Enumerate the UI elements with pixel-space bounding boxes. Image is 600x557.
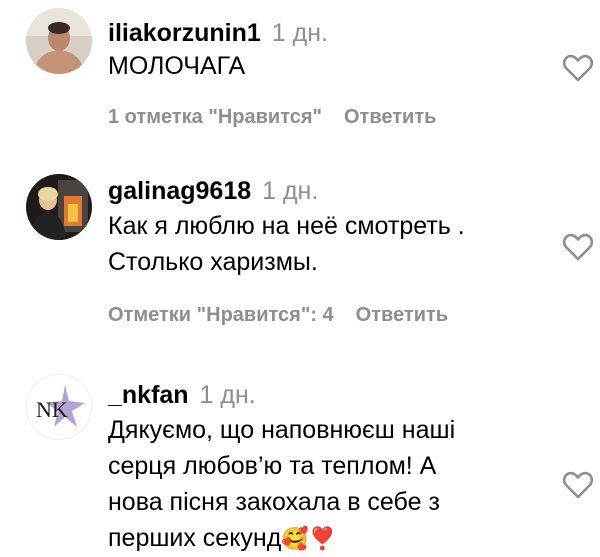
comment-line: перших секунд (108, 524, 282, 552)
comment-actions: Отметки "Нравится": 4 Ответить (108, 302, 448, 328)
heart-outline-icon[interactable] (562, 470, 594, 500)
comment-text: МОЛОЧАГА (108, 48, 245, 84)
timestamp: 1 дн. (271, 19, 328, 47)
comment-line: МОЛОЧАГА (108, 52, 246, 80)
comment-text: Дякуємо, що наповнюєш наші серця любов’ю… (108, 412, 455, 557)
comment-line: Дякуємо, що наповнюєш наші (108, 416, 456, 444)
comment-actions: 1 отметка "Нравится" Ответить (108, 104, 436, 130)
comment-line: Как я люблю на неё смотреть . (108, 212, 465, 240)
username[interactable]: iliakorzunin1 (108, 19, 261, 47)
comment-header: galinag9618 1 дн. (108, 176, 318, 206)
comment-line-last: перших секунд🥰❣️ (108, 520, 455, 557)
heart-outline-icon[interactable] (562, 53, 594, 83)
comment-text: Как я люблю на неё смотреть . Столько ха… (108, 208, 465, 280)
reply-button[interactable]: Ответить (344, 106, 436, 128)
likes-count[interactable]: 1 отметка "Нравится" (108, 106, 322, 128)
likes-count[interactable]: Отметки "Нравится": 4 (108, 304, 334, 326)
comment-line: серця любов’ю та теплом! А (108, 452, 437, 480)
svg-text:NK: NK (36, 397, 68, 422)
comment-header: iliakorzunin1 1 дн. (108, 18, 328, 48)
comment-line: Столько харизмы. (108, 248, 318, 276)
username[interactable]: _nkfan (108, 381, 189, 409)
avatar-galinag9618[interactable] (26, 174, 92, 240)
emoji-smiling-hearts-and-heart-exclamation: 🥰❣️ (281, 526, 337, 551)
comment-line: нова пісня закохала в себе з (108, 488, 440, 516)
reply-button[interactable]: Ответить (356, 304, 448, 326)
avatar-iliakorzunin1[interactable] (26, 8, 92, 74)
timestamp: 1 дн. (262, 177, 319, 205)
avatar-_nkfan[interactable]: NK (26, 374, 92, 440)
username[interactable]: galinag9618 (108, 177, 251, 205)
heart-outline-icon[interactable] (562, 232, 594, 262)
comment-header: _nkfan 1 дн. (108, 380, 256, 410)
timestamp: 1 дн. (199, 381, 256, 409)
